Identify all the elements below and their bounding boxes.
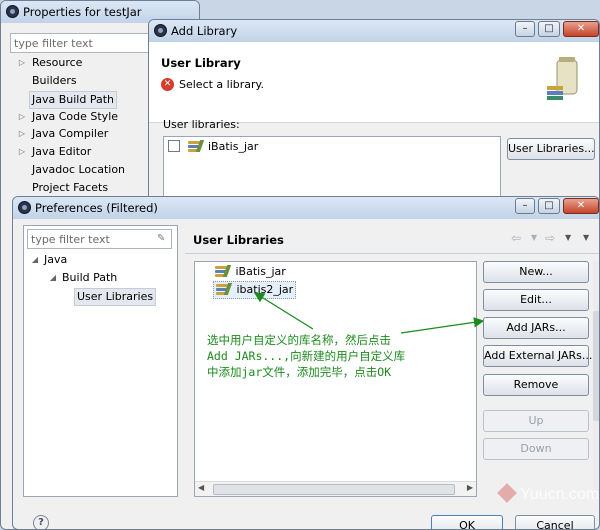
- watermark-text: Yuucn.com: [520, 486, 600, 503]
- add-library-title-bar[interactable]: Add Library – □ ✕: [149, 20, 599, 42]
- ok-button[interactable]: OK: [431, 515, 503, 529]
- watermark-logo-icon: [497, 483, 517, 503]
- eclipse-icon: [154, 24, 167, 37]
- expand-arrow-icon[interactable]: ▷: [17, 126, 27, 142]
- edit-button[interactable]: Edit...: [483, 289, 589, 311]
- nav-item-project-facets[interactable]: Project Facets: [32, 180, 108, 196]
- nav-item-java-code-style[interactable]: Java Code Style: [32, 109, 118, 125]
- add-jars-button[interactable]: Add JARs...: [483, 317, 589, 339]
- new-button[interactable]: New...: [483, 261, 589, 283]
- cancel-button[interactable]: Cancel: [515, 515, 595, 529]
- preferences-dialog: Preferences (Filtered) – □ ✕ ✎ ◢ Java ◢ …: [12, 196, 600, 530]
- minimize-button[interactable]: –: [515, 21, 535, 37]
- add-external-jars-button[interactable]: Add External JARs...: [483, 345, 592, 367]
- nav-item-java-compiler[interactable]: Java Compiler: [32, 126, 108, 142]
- list-item[interactable]: iBatis_jar: [168, 140, 258, 153]
- library-name: iBatis_jar: [208, 140, 259, 153]
- up-button[interactable]: Up: [483, 410, 589, 432]
- expand-arrow-icon[interactable]: ▷: [17, 55, 27, 71]
- properties-filter-input[interactable]: [10, 33, 150, 53]
- library-jar-banner-icon: [547, 56, 587, 100]
- remove-button[interactable]: Remove: [483, 374, 589, 396]
- nav-item-resource[interactable]: Resource: [32, 55, 82, 71]
- add-library-header: User Library ✕ Select a library.: [149, 42, 599, 123]
- down-button[interactable]: Down: [483, 438, 589, 460]
- eclipse-icon: [6, 5, 19, 18]
- user-libraries-label: User libraries:: [163, 118, 240, 131]
- help-icon[interactable]: ?: [33, 515, 49, 529]
- nav-item-java-editor[interactable]: Java Editor: [32, 144, 91, 160]
- user-libraries-button[interactable]: User Libraries...: [507, 138, 595, 160]
- watermark: Yuucn.com: [497, 483, 600, 504]
- add-library-title: Add Library: [171, 24, 238, 38]
- nav-item-builders[interactable]: Builders: [32, 73, 77, 89]
- expand-arrow-icon[interactable]: ▷: [17, 109, 27, 125]
- add-library-message: Select a library.: [179, 78, 264, 91]
- nav-item-javadoc-location[interactable]: Javadoc Location: [32, 162, 125, 178]
- properties-window-title: Properties for testJar: [23, 5, 142, 19]
- vertical-scrollbar[interactable]: [593, 261, 599, 497]
- maximize-button[interactable]: □: [538, 21, 560, 37]
- nav-item-java-build-path[interactable]: Java Build Path: [29, 91, 118, 109]
- close-button[interactable]: ✕: [563, 21, 599, 37]
- library-icon: [187, 140, 204, 152]
- checkbox[interactable]: [168, 140, 180, 152]
- scroll-thumb[interactable]: [593, 311, 599, 421]
- add-library-header-title: User Library: [161, 56, 241, 70]
- error-icon: ✕: [161, 78, 174, 91]
- expand-arrow-icon[interactable]: ▷: [17, 144, 27, 160]
